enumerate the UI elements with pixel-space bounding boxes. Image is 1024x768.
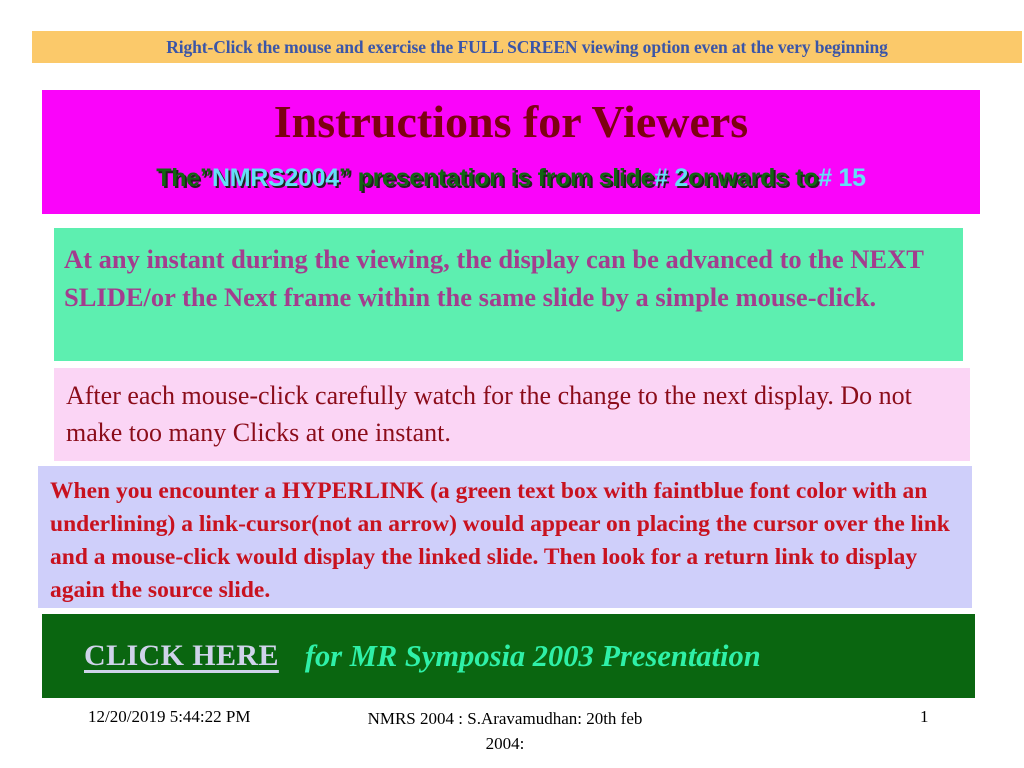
instruction-box-hyperlink: When you encounter a HYPERLINK (a green … [38, 466, 972, 608]
subtitle-part-slide-end: # 15 [818, 164, 866, 192]
instruction-box-hyperlink-text: When you encounter a HYPERLINK (a green … [50, 478, 950, 603]
click-here-link[interactable]: CLICK HERE [84, 639, 279, 673]
footer-title: NMRS 2004 : S.Aravamudhan: 20th feb 2004… [367, 709, 643, 753]
instruction-box-advance: At any instant during the viewing, the d… [54, 228, 963, 361]
notice-banner-text: Right-Click the mouse and exercise the F… [166, 36, 888, 57]
page-title: Instructions for Viewers [273, 96, 749, 147]
subtitle-part-slide-start: # 2 [654, 164, 688, 192]
subtitle-part-presentation: ” presentation is from slide [338, 164, 655, 192]
hyperlink-box[interactable]: CLICK HERE for MR Symposia 2003 Presenta… [42, 614, 975, 698]
notice-banner: Right-Click the mouse and exercise the F… [32, 31, 1022, 63]
footer-timestamp: 12/20/2019 5:44:22 PM [88, 707, 251, 726]
subtitle-line: The”NMRS2004” presentation is from slide… [42, 164, 980, 193]
hyperlink-caption: for MR Symposia 2003 Presentation [304, 638, 761, 673]
subtitle-part-onwards: onwards to [687, 164, 819, 192]
instruction-box-advance-text: At any instant during the viewing, the d… [64, 244, 924, 312]
subtitle-part-the: The” [156, 164, 212, 192]
footer-page-number: 1 [920, 707, 929, 726]
title-block: Instructions for Viewers The”NMRS2004” p… [42, 90, 980, 214]
instruction-box-watch-text: After each mouse-click carefully watch f… [66, 381, 912, 447]
instruction-box-watch: After each mouse-click carefully watch f… [54, 368, 970, 461]
subtitle-part-nmrs2004: NMRS2004 [211, 164, 339, 192]
slide: Right-Click the mouse and exercise the F… [0, 0, 1024, 768]
slide-footer: 12/20/2019 5:44:22 PM NMRS 2004 : S.Arav… [0, 704, 1024, 764]
